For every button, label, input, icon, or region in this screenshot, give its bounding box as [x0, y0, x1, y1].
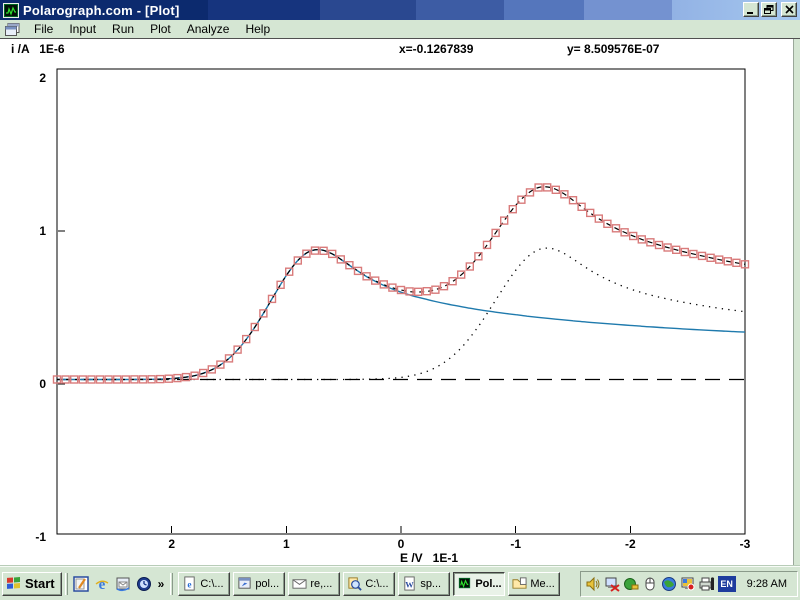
x-tick-label: -3	[740, 537, 751, 551]
y-tick-label: -1	[35, 530, 46, 544]
task-button-label: pol...	[255, 578, 279, 590]
network-offline-icon[interactable]	[604, 576, 620, 592]
window-border	[793, 39, 800, 567]
plot-canvas[interactable]: 2 1 0 -1 -2 -3 2 1 0 -1	[0, 39, 800, 567]
task-button-label: Pol...	[475, 578, 501, 590]
plot-document-icon[interactable]	[5, 23, 20, 36]
menu-item-run[interactable]: Run	[104, 21, 142, 37]
word-doc-icon: W	[402, 576, 417, 591]
mouse-icon[interactable]	[642, 576, 658, 592]
task-button-4[interactable]: C:\...	[343, 572, 395, 596]
y-tick-label: 1	[39, 224, 46, 238]
menu-item-help[interactable]: Help	[237, 21, 278, 37]
task-button-3[interactable]: re,...	[288, 572, 340, 596]
x-axis-title: E /V 1E-1	[400, 551, 458, 565]
x-tick-label: -1	[510, 537, 521, 551]
x-tick-label: 1	[283, 537, 290, 551]
mail-icon	[292, 576, 307, 591]
start-label: Start	[25, 576, 55, 591]
ie-document-icon: e	[182, 576, 197, 591]
outlook-express-icon[interactable]	[115, 575, 132, 592]
internet-explorer-icon[interactable]: e	[94, 575, 111, 592]
svg-text:e: e	[99, 577, 106, 592]
plot-client-area: 2 1 0 -1 -2 -3 2 1 0 -1 i /A 1E-6 x=-0.1267839 y=…	[0, 38, 800, 566]
compose-message-icon[interactable]	[73, 575, 90, 592]
task-buttons: e C:\... pol... re,... C:\... Wsp... Pol... Me.…	[178, 572, 560, 596]
system-tray: EN 9:28 AM	[580, 571, 798, 597]
task-button-label: re,...	[310, 578, 332, 590]
polarograph-wave-icon[interactable]	[3, 3, 19, 18]
menu-item-file[interactable]: File	[26, 21, 61, 37]
window-title: Polarograph.com - [Plot]	[23, 3, 179, 18]
y-axis-title: i /A 1E-6	[11, 42, 65, 56]
task-button-label: C:\...	[200, 578, 223, 590]
search-icon	[347, 576, 362, 591]
volume-icon[interactable]	[585, 576, 601, 592]
task-button-label: sp...	[420, 578, 441, 590]
polarograph-icon	[457, 576, 472, 591]
task-button-2[interactable]: pol...	[233, 572, 285, 596]
taskbar-divider[interactable]	[170, 573, 173, 595]
media-player-icon[interactable]	[136, 575, 153, 592]
removable-device-icon[interactable]	[623, 576, 639, 592]
x-tick-label: -2	[625, 537, 636, 551]
desktop: Polarograph.com - [Plot] FileInputRunPlo…	[0, 0, 800, 600]
task-button-6[interactable]: Pol...	[453, 572, 505, 596]
folder-icon	[512, 576, 527, 591]
cursor-x-readout: x=-0.1267839	[399, 42, 473, 56]
close-icon[interactable]	[781, 2, 797, 17]
tray-icons	[585, 576, 715, 592]
windows-flag-icon	[6, 575, 22, 593]
menu-item-plot[interactable]: Plot	[142, 21, 179, 37]
internet-globe-icon[interactable]	[661, 576, 677, 592]
task-button-1[interactable]: e C:\...	[178, 572, 230, 596]
x-tick-label: 2	[168, 537, 175, 551]
x-tick-label: 0	[398, 537, 405, 551]
taskbar-clock[interactable]: 9:28 AM	[739, 578, 791, 590]
plot-frame	[57, 69, 745, 534]
minimize-icon[interactable]	[743, 2, 759, 17]
printer-icon[interactable]	[699, 576, 715, 592]
quick-launch-bar: e	[71, 575, 155, 592]
menu-item-input[interactable]: Input	[61, 21, 104, 37]
task-button-5[interactable]: Wsp...	[398, 572, 450, 596]
window-controls	[743, 2, 797, 17]
title-bar: Polarograph.com - [Plot]	[0, 0, 800, 20]
language-indicator[interactable]: EN	[718, 576, 736, 592]
y-tick-label: 2	[39, 71, 46, 85]
menu-items: FileInputRunPlotAnalyzeHelp	[26, 21, 278, 37]
task-button-7[interactable]: Me...	[508, 572, 560, 596]
taskbar: Start e » e C:\... pol... re,... C:\... Wsp..…	[0, 566, 800, 600]
y-tick-label: 0	[39, 377, 46, 391]
restore-icon[interactable]	[761, 2, 777, 17]
svg-text:e: e	[188, 580, 192, 590]
taskbar-divider[interactable]	[65, 573, 68, 595]
menu-bar: FileInputRunPlotAnalyzeHelp	[0, 20, 800, 38]
window-icon	[237, 576, 252, 591]
quick-launch-more-chevron[interactable]: »	[155, 577, 168, 591]
menu-item-analyze[interactable]: Analyze	[179, 21, 238, 37]
task-button-label: C:\...	[365, 578, 388, 590]
display-settings-icon[interactable]	[680, 576, 696, 592]
task-button-label: Me...	[530, 578, 554, 590]
svg-text:W: W	[406, 579, 415, 589]
start-button[interactable]: Start	[2, 572, 62, 596]
cursor-y-readout: y= 8.509576E-07	[567, 42, 659, 56]
